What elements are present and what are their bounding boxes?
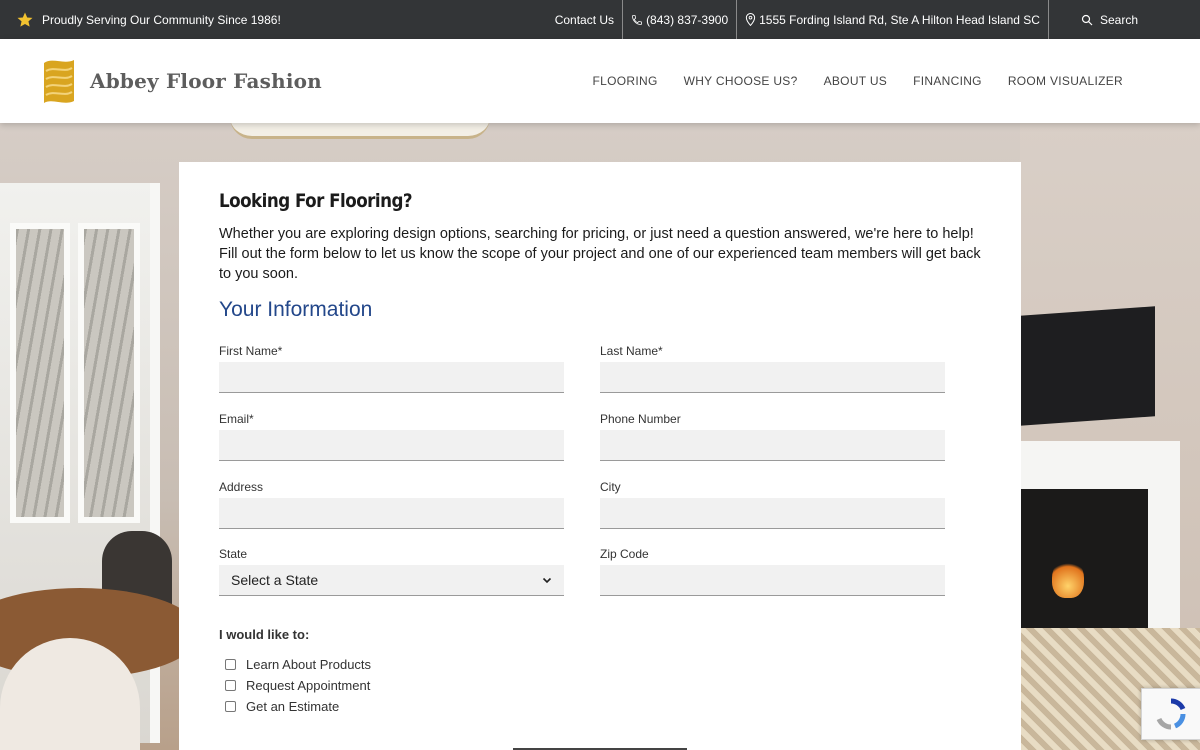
- section-heading: Your Information: [219, 298, 373, 321]
- nav-room-visualizer[interactable]: ROOM VISUALIZER: [995, 74, 1136, 88]
- search-button[interactable]: Search: [1047, 0, 1200, 39]
- phone-link[interactable]: (843) 837-3900: [622, 0, 736, 39]
- search-icon: [1081, 14, 1093, 25]
- state-label: State: [219, 547, 248, 561]
- last-name-input[interactable]: [600, 362, 945, 393]
- state-select[interactable]: Select a State: [219, 565, 564, 596]
- state-selected-value: Select a State: [231, 572, 319, 588]
- interest-label: I would like to:: [219, 627, 310, 642]
- phone-number-input[interactable]: [600, 430, 945, 461]
- city-group: City: [600, 480, 945, 529]
- brand-name: Abbey Floor Fashion: [90, 69, 322, 93]
- option-label: Request Appointment: [246, 678, 371, 693]
- pendant-lamp: [230, 123, 490, 139]
- nav-flooring[interactable]: FLOORING: [580, 74, 671, 88]
- interest-options: Learn About Products Request Appointment…: [225, 654, 371, 717]
- nav-about-us[interactable]: ABOUT US: [811, 74, 901, 88]
- last-name-label: Last Name*: [600, 344, 663, 358]
- site-header: Abbey Floor Fashion FLOORING WHY CHOOSE …: [0, 39, 1200, 123]
- recaptcha-badge[interactable]: [1141, 688, 1200, 740]
- window-pane: [78, 223, 140, 523]
- television: [1020, 306, 1155, 426]
- contact-form-card: Looking For Flooring? Whether you are ex…: [179, 162, 1021, 750]
- address-input[interactable]: [219, 498, 564, 529]
- recaptcha-icon: [1156, 698, 1186, 730]
- form-title: Looking For Flooring?: [219, 190, 413, 212]
- option-request-appointment[interactable]: Request Appointment: [225, 675, 371, 696]
- email-group: Email*: [219, 412, 564, 461]
- zip-group: Zip Code: [600, 547, 945, 596]
- city-label: City: [600, 480, 621, 494]
- window-pane: [10, 223, 70, 523]
- logo[interactable]: Abbey Floor Fashion: [40, 57, 322, 105]
- checkbox[interactable]: [225, 701, 236, 712]
- tagline: Proudly Serving Our Community Since 1986…: [0, 0, 281, 39]
- phone-group: Phone Number: [600, 412, 945, 461]
- map-pin-icon: [745, 13, 756, 26]
- main-nav: FLOORING WHY CHOOSE US? ABOUT US FINANCI…: [580, 74, 1137, 88]
- checkbox[interactable]: [225, 680, 236, 691]
- option-learn-about-products[interactable]: Learn About Products: [225, 654, 371, 675]
- contact-us-label: Contact Us: [554, 12, 615, 27]
- phone-icon: [632, 14, 642, 25]
- option-get-an-estimate[interactable]: Get an Estimate: [225, 696, 371, 717]
- address-link[interactable]: 1555 Fording Island Rd, Ste A Hilton Hea…: [736, 0, 1048, 39]
- state-group: State Select a State: [219, 547, 564, 596]
- phone-number-label: Phone Number: [600, 412, 681, 426]
- email-label: Email*: [219, 412, 254, 426]
- zip-input[interactable]: [600, 565, 945, 596]
- email-input[interactable]: [219, 430, 564, 461]
- search-label: Search: [1099, 12, 1138, 27]
- nav-why-choose-us[interactable]: WHY CHOOSE US?: [671, 74, 811, 88]
- nav-financing[interactable]: FINANCING: [900, 74, 995, 88]
- address-group: Address: [219, 480, 564, 529]
- zip-label: Zip Code: [600, 547, 649, 561]
- chevron-down-icon: [542, 577, 552, 584]
- option-label: Learn About Products: [246, 657, 372, 672]
- address-field-label: Address: [219, 480, 264, 494]
- contact-us-link[interactable]: Contact Us: [547, 0, 622, 39]
- city-input[interactable]: [600, 498, 945, 529]
- fire-flame: [1052, 558, 1084, 598]
- option-label: Get an Estimate: [246, 699, 340, 714]
- address-label: 1555 Fording Island Rd, Ste A Hilton Hea…: [759, 12, 1040, 27]
- form-intro: Whether you are exploring design options…: [219, 226, 981, 282]
- phone-label: (843) 837-3900: [646, 12, 729, 27]
- star-icon: [17, 12, 33, 27]
- logo-mark-icon: [44, 60, 74, 103]
- checkbox[interactable]: [225, 659, 236, 670]
- fireplace: [1020, 489, 1148, 639]
- first-name-label: First Name*: [219, 344, 283, 358]
- top-bar: Proudly Serving Our Community Since 1986…: [0, 0, 1200, 39]
- last-name-group: Last Name*: [600, 344, 945, 393]
- first-name-input[interactable]: [219, 362, 564, 393]
- first-name-group: First Name*: [219, 344, 564, 393]
- tagline-text: Proudly Serving Our Community Since 1986…: [42, 12, 281, 27]
